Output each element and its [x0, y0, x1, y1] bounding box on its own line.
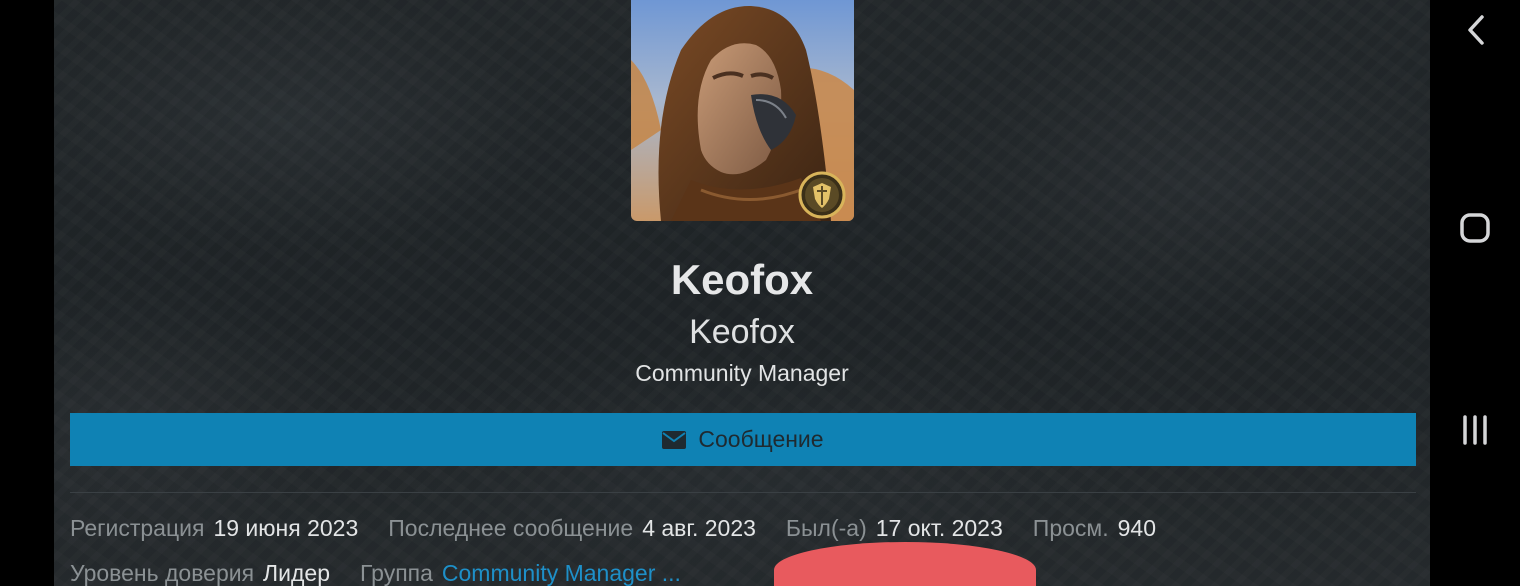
recents-lines-icon — [1463, 415, 1487, 445]
registration-date: 19 июня 2023 — [213, 515, 359, 541]
recents-button[interactable] — [1430, 400, 1520, 460]
trust-level-value: Лидер — [263, 560, 330, 586]
redaction-mark — [774, 542, 1036, 586]
avatar[interactable] — [631, 0, 854, 221]
profile-trust-row: Уровень доверия Лидер Группа Community Mana… — [70, 558, 681, 586]
envelope-icon — [662, 430, 687, 449]
group-link[interactable]: Community Manager ... — [442, 560, 681, 586]
views-count: 940 — [1117, 515, 1156, 541]
message-button[interactable]: Сообщение — [70, 413, 1416, 466]
group-label: Группа — [360, 560, 433, 586]
home-button[interactable] — [1430, 198, 1520, 258]
profile-username: Keofox — [670, 256, 814, 303]
profile-stats-row: Регистрация 19 июня 2023 Последнее сообщен… — [70, 513, 1156, 543]
system-navigation-bar — [1430, 0, 1520, 586]
profile-display-name: Keofox — [689, 313, 795, 351]
last-seen-date: 17 окт. 2023 — [875, 515, 1003, 541]
message-button-label: Сообщение — [698, 426, 824, 452]
home-square-icon — [1460, 213, 1490, 243]
trust-level-label: Уровень доверия — [70, 560, 255, 586]
last-seen-label: Был(-а) — [785, 515, 867, 541]
shield-badge-icon — [798, 171, 846, 219]
phone-screen: Keofox Keofox Community Manager Сообщени… — [0, 0, 1520, 586]
section-divider — [70, 492, 1416, 493]
back-button[interactable] — [1430, 0, 1520, 60]
back-chevron-icon — [1468, 15, 1484, 45]
last-post-label: Последнее сообщение — [388, 515, 634, 541]
profile-page: Keofox Keofox Community Manager Сообщени… — [54, 0, 1430, 586]
registration-label: Регистрация — [70, 515, 205, 541]
profile-user-title: Community Manager — [635, 360, 849, 386]
views-label: Просм. — [1032, 515, 1109, 541]
last-post-date[interactable]: 4 авг. 2023 — [642, 515, 756, 541]
